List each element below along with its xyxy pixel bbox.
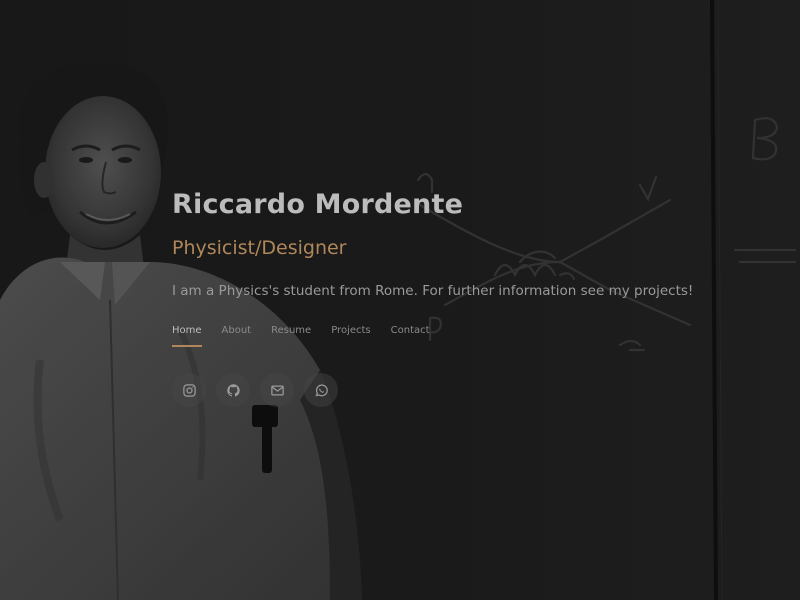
- main-nav: Home About Resume Projects Contact: [172, 325, 732, 347]
- nav-item-contact[interactable]: Contact: [391, 325, 430, 347]
- github-link[interactable]: [216, 373, 250, 407]
- nav-item-projects[interactable]: Projects: [331, 325, 370, 347]
- github-icon: [226, 383, 240, 397]
- whatsapp-link[interactable]: [304, 373, 338, 407]
- nav-item-resume[interactable]: Resume: [271, 325, 311, 347]
- nav-item-about[interactable]: About: [222, 325, 252, 347]
- mail-icon: [270, 385, 284, 395]
- hero-section: Riccardo Mordente Physicist/Designer I a…: [0, 0, 800, 600]
- social-links: [172, 373, 732, 407]
- job-title: Physicist/Designer: [172, 237, 347, 259]
- whatsapp-icon: [315, 383, 328, 396]
- hero-content: Riccardo Mordente Physicist/Designer I a…: [172, 186, 732, 407]
- intro-text: I am a Physics's student from Rome. For …: [172, 283, 694, 299]
- nav-item-home[interactable]: Home: [172, 325, 202, 347]
- instagram-icon: [182, 383, 196, 397]
- mail-link[interactable]: [260, 373, 294, 407]
- page-title: Riccardo Mordente: [172, 189, 464, 220]
- instagram-link[interactable]: [172, 373, 206, 407]
